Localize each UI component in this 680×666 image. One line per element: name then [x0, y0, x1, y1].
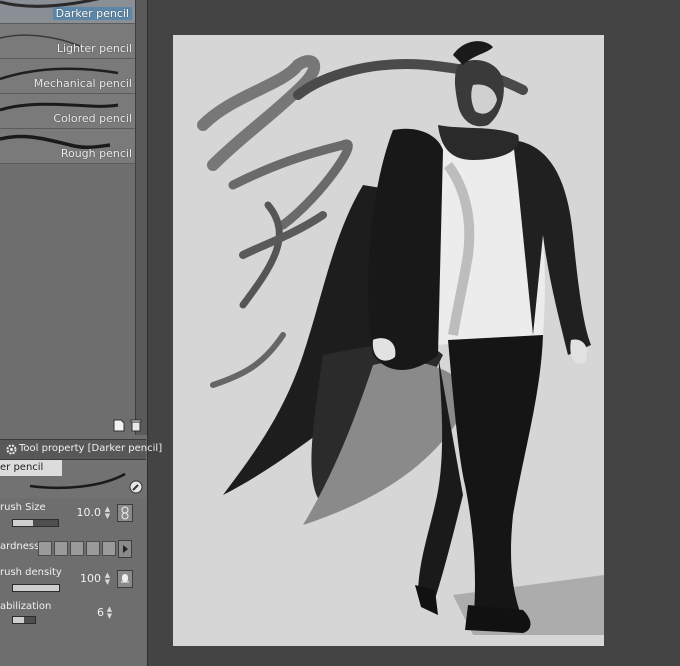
brush-label: Rough pencil: [60, 147, 132, 160]
brush-density-spinner[interactable]: ▲ ▼: [103, 571, 112, 587]
hardness-row[interactable]: ardness: [0, 538, 146, 570]
stabilization-value[interactable]: 6: [97, 606, 104, 619]
play-icon[interactable]: [118, 540, 132, 558]
hardness-step[interactable]: [38, 541, 52, 556]
trash-icon[interactable]: [129, 418, 143, 432]
brush-density-label: rush density: [0, 567, 62, 578]
hardness-step[interactable]: [70, 541, 84, 556]
brush-label: Mechanical pencil: [33, 77, 132, 90]
sub-tool-list-empty-area: [0, 170, 135, 435]
brush-density-row[interactable]: rush density 100 ▲ ▼: [0, 567, 146, 599]
brush-label: Colored pencil: [53, 112, 132, 125]
stabilization-label: abilization: [0, 601, 52, 612]
brush-size-row[interactable]: rush Size 10.0 ▲ ▼: [0, 502, 146, 534]
brush-label: Darker pencil: [52, 7, 132, 20]
hardness-step[interactable]: [102, 541, 116, 556]
sub-tool-list-scrollbar[interactable]: [135, 0, 147, 435]
pen-pressure-icon[interactable]: [117, 570, 133, 588]
brush-item-rough-pencil[interactable]: Rough pencil: [0, 129, 135, 164]
brush-item-colored-pencil[interactable]: Colored pencil: [0, 94, 135, 129]
brush-density-slider[interactable]: [12, 584, 60, 592]
sub-tool-list: Darker pencil Lighter pencil Mechanical …: [0, 0, 135, 170]
stabilization-spinner[interactable]: ▲ ▼: [105, 605, 114, 621]
drawing-canvas[interactable]: [173, 35, 604, 646]
character-sketch: [197, 41, 604, 635]
tool-preview: er pencil: [0, 460, 146, 498]
hardness-step[interactable]: [86, 541, 100, 556]
brush-label: Lighter pencil: [56, 42, 132, 55]
tool-property-header: Tool property [Darker pencil]: [0, 439, 162, 460]
brush-size-label: rush Size: [0, 502, 46, 513]
tool-property-title: Tool property [Darker pencil]: [19, 443, 163, 454]
brush-stroke-preview: [29, 472, 126, 490]
stabilization-row[interactable]: abilization 6 ▲ ▼: [0, 601, 146, 633]
brush-item-lighter-pencil[interactable]: Lighter pencil: [0, 24, 135, 59]
brush-size-slider[interactable]: [12, 519, 59, 527]
stabilization-slider[interactable]: [12, 616, 36, 624]
brush-item-mechanical-pencil[interactable]: Mechanical pencil: [0, 59, 135, 94]
gear-icon[interactable]: [4, 442, 18, 456]
brush-size-spinner[interactable]: ▲ ▼: [103, 505, 112, 521]
brush-item-darker-pencil[interactable]: Darker pencil: [0, 0, 135, 24]
wrench-icon[interactable]: [129, 480, 143, 494]
brush-density-value[interactable]: 100: [80, 572, 101, 585]
hardness-label: ardness: [0, 541, 40, 552]
tool-panel: Darker pencil Lighter pencil Mechanical …: [0, 0, 162, 666]
hardness-step[interactable]: [54, 541, 68, 556]
brush-size-link-icon[interactable]: [117, 504, 133, 522]
new-sub-tool-icon[interactable]: [112, 418, 126, 432]
brush-size-value[interactable]: 10.0: [77, 506, 102, 519]
